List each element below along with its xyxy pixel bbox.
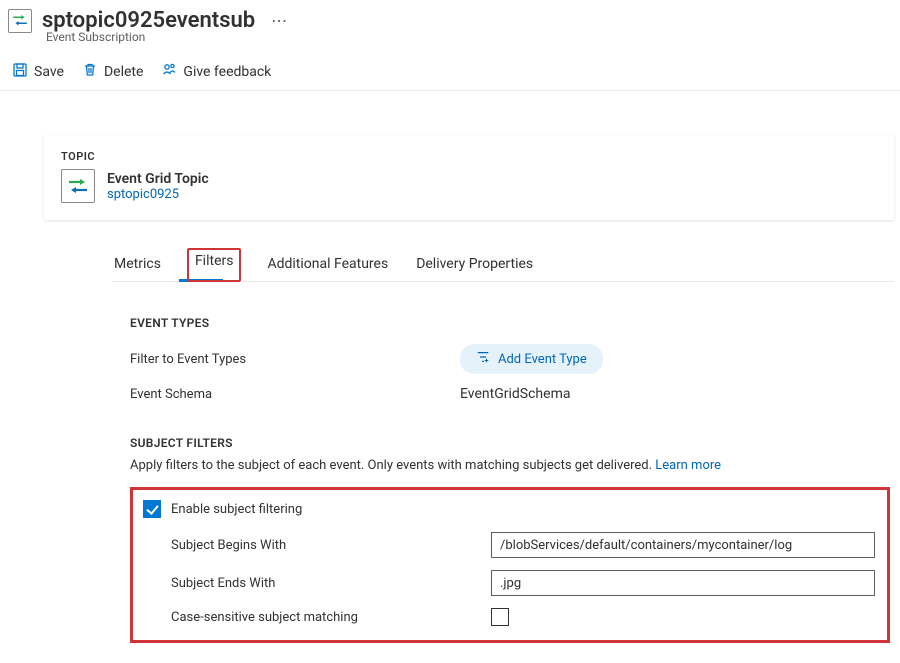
subject-ends-with-label: Subject Ends With [171, 576, 491, 591]
enable-subject-filtering-label: Enable subject filtering [171, 502, 302, 517]
save-button[interactable]: Save [12, 62, 64, 82]
event-grid-topic-icon [61, 169, 95, 203]
topic-link[interactable]: sptopic0925 [107, 187, 209, 202]
event-types-section: EVENT TYPES Filter to Event Types Add Ev… [130, 316, 900, 402]
case-sensitive-label: Case-sensitive subject matching [171, 610, 491, 625]
subject-filters-heading: SUBJECT FILTERS [130, 436, 900, 450]
tab-metrics[interactable]: Metrics [112, 248, 163, 281]
subject-begins-with-input[interactable] [491, 532, 875, 558]
learn-more-link[interactable]: Learn more [655, 458, 721, 473]
subject-filter-highlighted-area: Enable subject filtering Subject Begins … [130, 487, 890, 643]
topic-card: TOPIC Event Grid Topic sptopic0925 [44, 135, 894, 220]
event-subscription-icon [8, 9, 32, 33]
filter-to-event-types-label: Filter to Event Types [130, 352, 460, 367]
delete-icon [82, 62, 98, 82]
event-schema-label: Event Schema [130, 387, 460, 402]
event-schema-value: EventGridSchema [460, 386, 570, 402]
feedback-icon [161, 62, 177, 82]
delete-button[interactable]: Delete [82, 62, 143, 82]
save-label: Save [34, 64, 64, 80]
more-menu[interactable]: ⋯ [265, 11, 293, 30]
save-icon [12, 62, 28, 82]
subject-begins-with-label: Subject Begins With [171, 538, 491, 553]
add-event-type-button[interactable]: Add Event Type [460, 344, 603, 374]
enable-subject-filtering-checkbox[interactable] [143, 500, 161, 518]
add-event-type-label: Add Event Type [498, 352, 587, 367]
tab-additional-features[interactable]: Additional Features [265, 248, 390, 281]
tab-bar: Metrics Filters Additional Features Deli… [112, 248, 894, 282]
subject-filters-section: SUBJECT FILTERS Apply filters to the sub… [130, 436, 900, 643]
tab-filters[interactable]: Filters [187, 248, 242, 282]
filter-icon [476, 350, 490, 368]
command-bar: Save Delete Give feedback [8, 52, 900, 90]
tab-delivery-properties[interactable]: Delivery Properties [414, 248, 535, 281]
topic-type: Event Grid Topic [107, 171, 209, 187]
topic-label: TOPIC [61, 150, 877, 163]
event-types-heading: EVENT TYPES [130, 316, 900, 330]
subject-ends-with-input[interactable] [491, 570, 875, 596]
subject-filters-desc: Apply filters to the subject of each eve… [130, 458, 652, 473]
feedback-button[interactable]: Give feedback [161, 62, 271, 82]
case-sensitive-checkbox[interactable] [491, 608, 509, 626]
feedback-label: Give feedback [183, 64, 271, 80]
delete-label: Delete [104, 64, 143, 80]
